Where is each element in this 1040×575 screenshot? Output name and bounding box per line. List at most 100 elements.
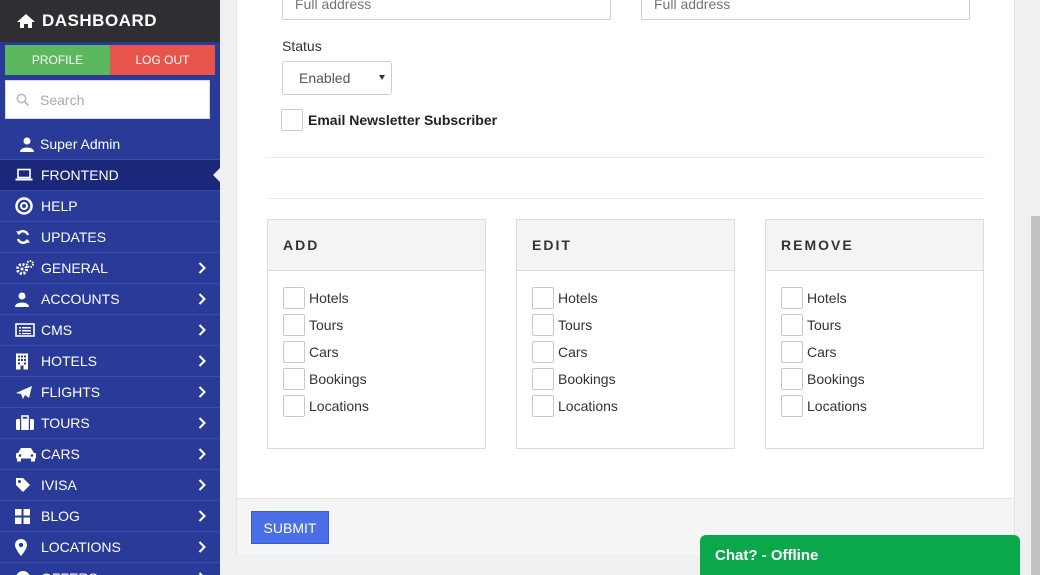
permission-label: Cars: [558, 343, 588, 360]
permission-checkbox[interactable]: [781, 367, 803, 390]
permission-checkbox[interactable]: [532, 340, 554, 363]
permission-label: Tours: [558, 316, 593, 333]
submit-button[interactable]: SUBMIT: [251, 511, 329, 544]
sidebar-item-help[interactable]: HELP: [0, 190, 220, 221]
permission-checkbox[interactable]: [532, 313, 554, 336]
sidebar-item-tours[interactable]: TOURS: [0, 407, 220, 438]
address-input-1[interactable]: [282, 0, 611, 20]
sidebar-item-blog[interactable]: BLOG: [0, 500, 220, 531]
permissions-list: Hotels Tours Cars Bookings Locations: [766, 271, 983, 419]
sidebar-item-flights[interactable]: FLIGHTS: [0, 376, 220, 407]
sidebar-item-label: BLOG: [41, 508, 80, 524]
permission-label: Locations: [309, 397, 369, 414]
sidebar-item-frontend[interactable]: FRONTEND: [0, 159, 220, 190]
sidebar-item-locations[interactable]: LOCATIONS: [0, 531, 220, 562]
refresh-icon: [15, 228, 37, 246]
logout-button[interactable]: LOG OUT: [110, 45, 215, 75]
permission-row: Locations: [532, 392, 734, 419]
sidebar-item-offers[interactable]: OFFERS: [0, 562, 220, 575]
chevron-right-icon: [198, 416, 206, 432]
chevron-right-icon: [198, 447, 206, 463]
dashboard-title: DASHBOARD: [42, 11, 157, 30]
scrollbar[interactable]: [1030, 0, 1040, 575]
permission-row: Hotels: [532, 284, 734, 311]
permission-checkbox[interactable]: [283, 340, 305, 363]
panel-title: REMOVE: [766, 220, 983, 271]
permission-checkbox[interactable]: [781, 313, 803, 336]
dashboard-link[interactable]: DASHBOARD: [0, 0, 220, 42]
tag-icon: [15, 476, 37, 494]
sidebar-item-hotels[interactable]: HOTELS: [0, 345, 220, 376]
sidebar-item-label: CMS: [41, 322, 73, 338]
permission-checkbox[interactable]: [283, 367, 305, 390]
laptop-icon: [15, 166, 37, 184]
permissions-edit-panel: EDIT Hotels Tours Cars Bookings Locations: [516, 219, 735, 449]
permission-label: Tours: [309, 316, 344, 333]
permission-label: Cars: [807, 343, 837, 360]
chevron-right-icon: [198, 385, 206, 401]
user-icon: [20, 137, 34, 152]
permission-label: Hotels: [807, 289, 847, 306]
sidebar-item-cars[interactable]: CARS: [0, 438, 220, 469]
profile-button[interactable]: PROFILE: [5, 45, 110, 75]
scrollbar-thumb[interactable]: [1031, 216, 1040, 575]
sidebar-item-label: TOURS: [41, 415, 90, 431]
sidebar-item-ivisa[interactable]: IVISA: [0, 469, 220, 500]
status-value: Enabled: [299, 70, 351, 86]
sidebar-item-label: HOTELS: [41, 353, 98, 369]
permission-row: Tours: [532, 311, 734, 338]
user-icon: [15, 290, 37, 308]
permission-checkbox[interactable]: [532, 394, 554, 417]
sidebar-item-updates[interactable]: UPDATES: [0, 221, 220, 252]
permission-checkbox[interactable]: [781, 286, 803, 309]
sidebar-item-label: FLIGHTS: [41, 384, 101, 400]
permission-checkbox[interactable]: [532, 367, 554, 390]
permission-checkbox[interactable]: [781, 394, 803, 417]
permission-label: Hotels: [309, 289, 349, 306]
sidebar-item-general[interactable]: GENERAL: [0, 252, 220, 283]
sidebar-item-cms[interactable]: CMS: [0, 314, 220, 345]
permission-row: Tours: [781, 311, 983, 338]
permission-label: Hotels: [558, 289, 598, 306]
status-select[interactable]: Enabled: [282, 61, 392, 95]
search-input[interactable]: [40, 91, 200, 108]
newsletter-checkbox[interactable]: [281, 109, 303, 131]
chevron-right-icon: [198, 323, 206, 339]
chevron-right-icon: [198, 571, 206, 575]
caret-down-icon: [379, 75, 385, 80]
home-icon: [17, 14, 35, 28]
permission-checkbox[interactable]: [781, 340, 803, 363]
divider: [266, 157, 985, 158]
permission-checkbox[interactable]: [283, 313, 305, 336]
permission-label: Bookings: [558, 370, 616, 387]
permission-checkbox[interactable]: [283, 394, 305, 417]
car-icon: [15, 445, 37, 463]
address-input-2[interactable]: [641, 0, 970, 20]
chat-label: Chat? - Offline: [715, 546, 819, 564]
permission-checkbox[interactable]: [283, 286, 305, 309]
map-marker-icon: [15, 538, 37, 556]
sidebar-search: [5, 80, 210, 119]
permission-label: Locations: [807, 397, 867, 414]
sidebar-item-label: CARS: [41, 446, 80, 462]
suitcase-icon: [15, 414, 37, 432]
chevron-right-icon: [198, 261, 206, 277]
permission-label: Bookings: [309, 370, 367, 387]
permission-label: Bookings: [807, 370, 865, 387]
profile-logout-group: PROFILE LOG OUT: [5, 45, 215, 75]
sidebar-item-accounts[interactable]: ACCOUNTS: [0, 283, 220, 314]
sidebar: DASHBOARD PROFILE LOG OUT Super Admin FR…: [0, 0, 220, 575]
cogs-icon: [15, 259, 37, 277]
permission-label: Tours: [807, 316, 842, 333]
main-panel: Status Enabled Email Newsletter Subscrib…: [236, 0, 1015, 555]
newsletter-label: Email Newsletter Subscriber: [308, 112, 498, 128]
permissions-list: Hotels Tours Cars Bookings Locations: [517, 271, 734, 419]
permission-row: Locations: [283, 392, 485, 419]
sidebar-item-label: LOCATIONS: [41, 539, 121, 555]
permission-checkbox[interactable]: [532, 286, 554, 309]
sidebar-item-label: IVISA: [41, 477, 77, 493]
lifebuoy-icon: [15, 197, 37, 215]
permission-row: Locations: [781, 392, 983, 419]
chat-widget[interactable]: Chat? - Offline: [700, 535, 1020, 575]
sidebar-menu: FRONTEND HELP UPDATES GENERAL ACCOUNTS CMS HOT…: [0, 159, 220, 575]
